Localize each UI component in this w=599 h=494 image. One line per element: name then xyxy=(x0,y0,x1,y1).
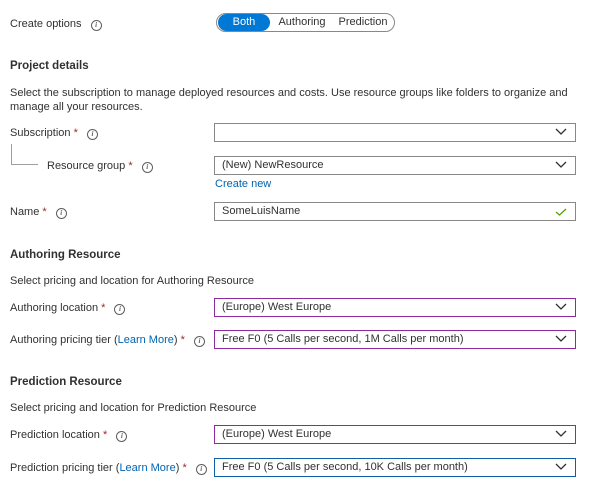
required-indicator: * xyxy=(42,206,47,218)
resource-group-dropdown[interactable]: (New) NewResource xyxy=(214,156,576,175)
prediction-pricing-value: Free F0 (5 Calls per second, 10K Calls p… xyxy=(222,461,468,473)
label-suffix: ) xyxy=(175,462,180,474)
subscription-label: Subscription xyxy=(10,127,71,139)
authoring-location-label-row: Authoring location * i xyxy=(10,302,126,315)
label-suffix: ) xyxy=(173,334,178,346)
subscription-label-row: Subscription * i xyxy=(10,127,98,140)
name-input[interactable]: SomeLuisName xyxy=(214,202,576,221)
authoring-pricing-dropdown[interactable]: Free F0 (5 Calls per second, 1M Calls pe… xyxy=(214,330,576,349)
prediction-location-value: (Europe) West Europe xyxy=(222,428,332,440)
chevron-down-icon xyxy=(555,335,567,342)
subscription-dropdown[interactable] xyxy=(214,123,576,142)
required-indicator: * xyxy=(102,429,108,441)
prediction-location-dropdown[interactable]: (Europe) West Europe xyxy=(214,425,576,444)
create-option-both[interactable]: Both xyxy=(218,14,270,31)
info-icon[interactable]: i xyxy=(141,162,153,173)
info-icon[interactable]: i xyxy=(195,464,207,475)
authoring-pricing-value: Free F0 (5 Calls per second, 1M Calls pe… xyxy=(222,333,464,345)
create-option-prediction[interactable]: Prediction xyxy=(334,14,392,31)
authoring-pricing-label: Authoring pricing tier ( xyxy=(10,334,118,346)
authoring-pricing-label-row: Authoring pricing tier (Learn More) * i xyxy=(10,334,205,347)
prediction-pricing-label-row: Prediction pricing tier (Learn More) * i xyxy=(10,462,207,475)
authoring-location-value: (Europe) West Europe xyxy=(222,301,332,313)
info-icon[interactable]: i xyxy=(114,304,126,315)
prediction-resource-title: Prediction Resource xyxy=(10,376,122,388)
name-label: Name xyxy=(10,206,40,218)
required-indicator: * xyxy=(128,160,133,172)
authoring-location-label: Authoring location xyxy=(10,302,99,314)
project-details-description: Select the subscription to manage deploy… xyxy=(10,87,568,113)
create-option-authoring[interactable]: Authoring xyxy=(274,14,330,31)
tree-connector-line xyxy=(11,164,38,165)
name-label-row: Name * i xyxy=(10,206,67,219)
chevron-down-icon xyxy=(555,128,567,135)
info-icon[interactable]: i xyxy=(86,129,98,140)
create-options-label-row: Create options i xyxy=(10,18,102,31)
info-icon[interactable]: i xyxy=(116,431,128,442)
chevron-down-icon xyxy=(555,161,567,168)
required-indicator: * xyxy=(180,334,185,346)
prediction-pricing-label: Prediction pricing tier ( xyxy=(10,462,120,474)
prediction-pricing-dropdown[interactable]: Free F0 (5 Calls per second, 10K Calls p… xyxy=(214,458,576,477)
project-details-title: Project details xyxy=(10,60,89,72)
resource-group-label: Resource group xyxy=(47,160,126,172)
resource-group-value: (New) NewResource xyxy=(222,159,324,171)
tree-connector-line xyxy=(11,144,12,164)
required-indicator: * xyxy=(182,462,187,474)
required-indicator: * xyxy=(101,302,106,314)
resource-group-label-row: Resource group * i xyxy=(47,160,153,173)
prediction-location-label-row: Prediction location * i xyxy=(10,429,128,442)
checkmark-icon xyxy=(555,208,567,216)
prediction-resource-description: Select pricing and location for Predicti… xyxy=(10,402,257,414)
chevron-down-icon xyxy=(555,463,567,470)
chevron-down-icon xyxy=(555,430,567,437)
info-icon[interactable]: i xyxy=(55,208,67,219)
authoring-resource-title: Authoring Resource xyxy=(10,249,121,261)
name-value: SomeLuisName xyxy=(222,205,301,217)
learn-more-link[interactable]: Learn More xyxy=(118,334,174,346)
authoring-location-dropdown[interactable]: (Europe) West Europe xyxy=(214,298,576,317)
create-options-toggle: Both Authoring Prediction xyxy=(216,13,395,32)
info-icon[interactable]: i xyxy=(193,336,205,347)
prediction-location-label: Prediction location xyxy=(10,429,100,441)
create-options-label: Create options xyxy=(10,18,82,30)
create-new-link[interactable]: Create new xyxy=(215,178,271,190)
required-indicator: * xyxy=(73,127,78,139)
chevron-down-icon xyxy=(555,303,567,310)
info-icon[interactable]: i xyxy=(90,20,102,31)
learn-more-link[interactable]: Learn More xyxy=(119,462,175,474)
authoring-resource-description: Select pricing and location for Authorin… xyxy=(10,275,254,287)
